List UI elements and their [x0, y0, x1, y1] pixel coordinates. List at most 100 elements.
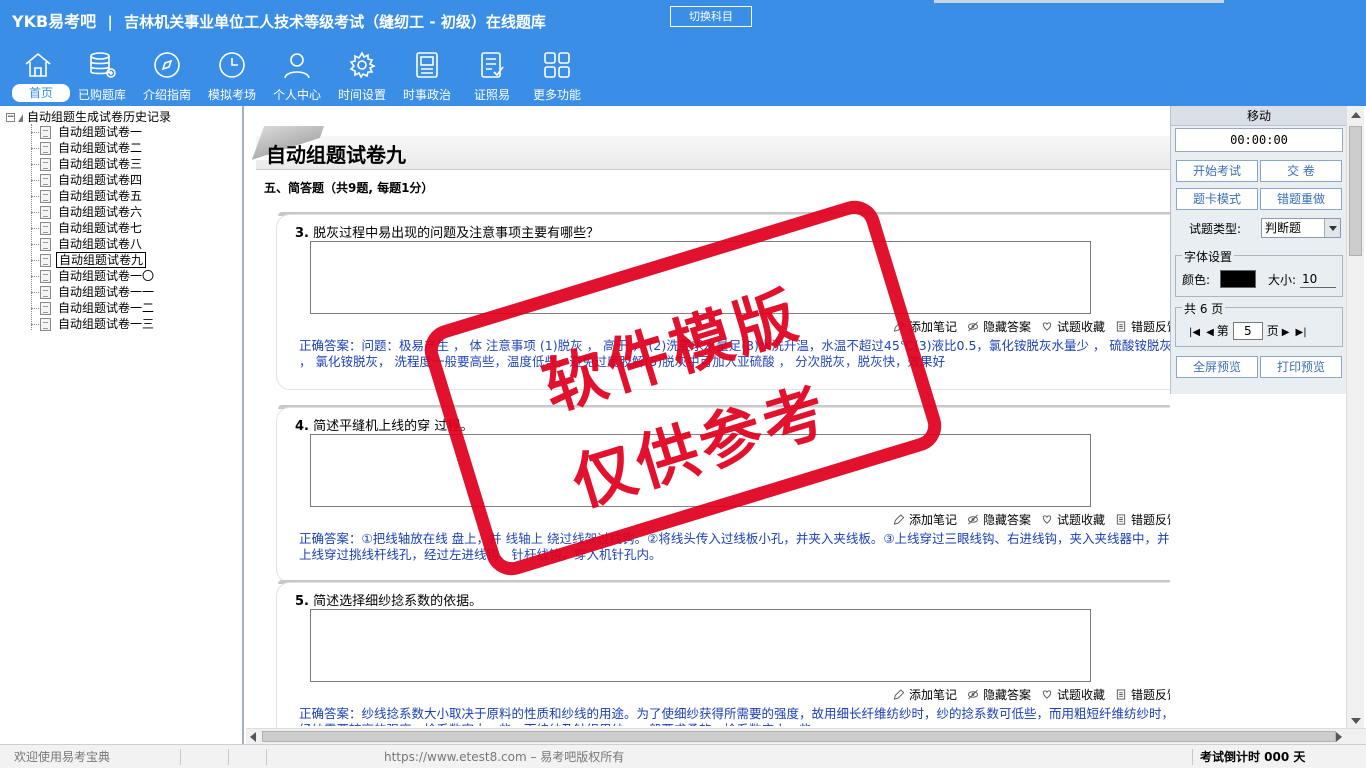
tree-item-label: 自动组题试卷一〇: [58, 269, 155, 283]
feedback-button[interactable]: 错题反馈: [1115, 318, 1170, 335]
tree-item[interactable]: 自动组题试卷六: [31, 204, 144, 220]
first-page-icon[interactable]: |◀: [1189, 327, 1200, 338]
tree-item[interactable]: 自动组题试卷三: [31, 156, 144, 172]
question-actions: 添加笔记 隐藏答案 试题收藏 错题反馈: [893, 511, 1170, 528]
tree-connector: [31, 244, 39, 245]
question-type-select[interactable]: 判断题: [1261, 218, 1341, 238]
tree-item[interactable]: 自动组题试卷九: [31, 252, 147, 268]
question-prompt: 脱灰过程中易出现的问题及注意事项主要有哪些？: [313, 226, 600, 241]
nav-home[interactable]: 首页: [6, 46, 70, 104]
header: YKB易考吧 | 吉林机关事业单位工人技术等级考试（缝纫工 - 初级）在线题库 …: [0, 0, 1366, 106]
eye-icon: [967, 514, 979, 525]
hide-answer-button[interactable]: 隐藏答案: [967, 318, 1031, 335]
question-number: 5.: [295, 594, 309, 609]
tree-item-label: 自动组题试卷四: [58, 173, 143, 187]
nav-more[interactable]: 更多功能: [525, 46, 589, 104]
question-number: 4.: [295, 419, 309, 434]
nav-mock-exam[interactable]: 模拟考场: [200, 46, 264, 104]
switch-subject-button[interactable]: 切换科目: [670, 6, 752, 27]
font-settings-group: 字体设置 颜色: 大小: 10: [1175, 248, 1343, 297]
tree-item[interactable]: 自动组题试卷七: [31, 220, 144, 236]
font-size-input[interactable]: 10: [1300, 270, 1336, 288]
tree-item-label: 自动组题试卷一: [58, 125, 143, 139]
pencil-icon: [893, 514, 905, 525]
submit-button[interactable]: 交 卷: [1260, 160, 1342, 182]
tree-item[interactable]: 自动组题试卷一一: [31, 284, 156, 300]
nav-certificate[interactable]: 证照易: [460, 46, 524, 104]
favorite-button[interactable]: 试题收藏: [1041, 318, 1105, 335]
heart-icon: [1042, 690, 1052, 699]
hide-answer-label: 隐藏答案: [983, 320, 1032, 334]
scroll-down-icon[interactable]: [1351, 718, 1361, 724]
scroll-up-icon[interactable]: [1351, 112, 1361, 118]
tree-root[interactable]: − 自动组题生成试卷历史记录: [6, 108, 171, 125]
add-note-label: 添加笔记: [909, 513, 958, 527]
answer-input[interactable]: [310, 609, 1091, 682]
status-divider: [266, 749, 267, 765]
eye-icon: [967, 689, 979, 700]
nav-current-affairs[interactable]: 时事政治: [395, 46, 459, 104]
tree-item-label: 自动组题试卷一三: [58, 317, 155, 331]
font-color-swatch[interactable]: [1220, 270, 1256, 288]
nav-current-affairs-label: 时事政治: [402, 88, 451, 102]
add-note-button[interactable]: 添加笔记: [893, 511, 957, 528]
prev-page-icon[interactable]: ◀: [1206, 327, 1214, 338]
pager-group: 共 6 页 |◀ ◀ 第 5 页 ▶ ▶|: [1175, 300, 1343, 347]
print-preview-button[interactable]: 打印预览: [1260, 356, 1342, 378]
horizontal-scrollbar[interactable]: [246, 728, 1366, 744]
home-icon: [25, 52, 51, 77]
favorite-button[interactable]: 试题收藏: [1041, 511, 1105, 528]
scroll-left-icon[interactable]: [250, 732, 256, 742]
tree-item[interactable]: 自动组题试卷一二: [31, 300, 156, 316]
feedback-button[interactable]: 错题反馈: [1115, 511, 1170, 528]
feedback-button[interactable]: 错题反馈: [1115, 686, 1170, 703]
tree-item[interactable]: 自动组题试卷一: [31, 124, 144, 140]
page-number-input[interactable]: 5: [1232, 322, 1263, 340]
vertical-scrollbar[interactable]: [1346, 106, 1364, 730]
nav-time-settings[interactable]: 时间设置: [330, 46, 394, 104]
correct-answer: 正确答案：①把线轴放在线 盘上，并 线轴上 绕过线架过线钩。②将线头传入过线板小…: [299, 531, 1170, 562]
favorite-label: 试题收藏: [1057, 320, 1106, 334]
chevron-down-icon[interactable]: [1324, 219, 1340, 237]
tree-connector: [31, 164, 39, 165]
question-actions: 添加笔记 隐藏答案 试题收藏 错题反馈: [893, 318, 1170, 335]
document-icon: [40, 302, 51, 315]
nav-purchased[interactable]: 已购题库: [70, 46, 134, 104]
nav-guide[interactable]: 介绍指南: [135, 46, 199, 104]
tree-item[interactable]: 自动组题试卷五: [31, 188, 144, 204]
tree-item[interactable]: 自动组题试卷一〇: [31, 268, 156, 284]
fullscreen-preview-button[interactable]: 全屏预览: [1176, 356, 1258, 378]
hide-answer-button[interactable]: 隐藏答案: [967, 511, 1031, 528]
tree-item-label: 自动组题试卷三: [58, 157, 143, 171]
horizontal-scroll-thumb[interactable]: [262, 731, 1336, 742]
report-icon: [1116, 689, 1126, 700]
tree-item[interactable]: 自动组题试卷一三: [31, 316, 156, 332]
tree-item[interactable]: 自动组题试卷二: [31, 140, 144, 156]
hide-answer-button[interactable]: 隐藏答案: [967, 686, 1031, 703]
tree-connector: [31, 260, 39, 261]
scroll-right-icon[interactable]: [1336, 732, 1342, 742]
tree-connector: [31, 276, 39, 277]
favorite-label: 试题收藏: [1057, 513, 1106, 527]
last-page-icon[interactable]: ▶|: [1296, 327, 1307, 338]
tree-item[interactable]: 自动组题试卷八: [31, 236, 144, 252]
redo-wrong-button[interactable]: 错题重做: [1260, 188, 1342, 210]
feedback-label: 错题反馈: [1131, 688, 1170, 702]
control-panel-title[interactable]: 移动: [1171, 106, 1347, 126]
feedback-label: 错题反馈: [1131, 320, 1170, 334]
nav-mock-exam-label: 模拟考场: [207, 88, 256, 102]
tree-connector: [31, 212, 39, 213]
tree-item[interactable]: 自动组题试卷四: [31, 172, 144, 188]
start-exam-button[interactable]: 开始考试: [1176, 160, 1258, 182]
gear-icon: [349, 51, 376, 79]
next-page-icon[interactable]: ▶: [1282, 327, 1290, 338]
add-note-button[interactable]: 添加笔记: [893, 686, 957, 703]
favorite-button[interactable]: 试题收藏: [1041, 686, 1105, 703]
nav-personal[interactable]: 个人中心: [265, 46, 329, 104]
correct-answer: 正确答案：纱线捻系数大小取决于原料的性质和纱线的用途。为了使细纱获得所需要的强度…: [299, 706, 1170, 726]
app-title: 吉林机关事业单位工人技术等级考试（缝纫工 - 初级）在线题库: [124, 13, 546, 31]
card-mode-button[interactable]: 题卡模式: [1176, 188, 1258, 210]
vertical-scroll-thumb[interactable]: [1349, 126, 1362, 256]
collapse-icon[interactable]: −: [6, 113, 15, 122]
document-icon: [40, 254, 51, 267]
